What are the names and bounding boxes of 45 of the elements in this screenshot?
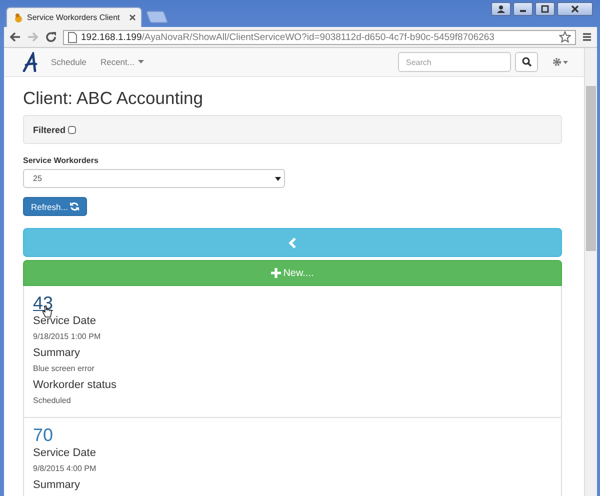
workorder-count-select[interactable]: 25 [23, 169, 285, 188]
field-label: Service Date [33, 314, 97, 329]
star-icon[interactable] [559, 31, 571, 43]
search-field[interactable]: Search [398, 52, 511, 72]
field-value: 9/8/2015 4:00 PM [33, 463, 98, 475]
page-icon [68, 32, 77, 42]
back-arrow-icon[interactable] [9, 31, 21, 43]
caret-icon [275, 176, 281, 180]
caret-icon [138, 60, 144, 64]
favicon-icon [14, 12, 23, 22]
menu-icon[interactable] [582, 32, 592, 42]
page-title: Client: ABC Accounting [23, 88, 204, 109]
refresh-button[interactable]: Refresh... [23, 197, 87, 216]
select-label: Service Workorders [23, 156, 100, 165]
field-label: Summary [33, 346, 82, 361]
nav-link[interactable]: Schedule [51, 57, 86, 67]
address-bar[interactable]: 192.168.1.199/AyaNovaR/ShowAll/ClientServiceWO?id=9038112d-d650-4c7f-b90c-5459f8706263 [63, 30, 576, 44]
filter-checkbox[interactable] [68, 126, 76, 134]
chevron-left-icon [288, 236, 297, 248]
url-text: 192.168.1.199/AyaNovaR/ShowAll/ClientServiceWO?id=9038112d-d650-4c7f-b90c-5459f8706263 [81, 32, 496, 42]
close-icon[interactable] [557, 2, 593, 16]
field-value: Scheduled [33, 395, 72, 407]
close-tab-icon[interactable] [129, 14, 136, 21]
settings-icon[interactable] [552, 57, 570, 67]
search-button[interactable] [515, 52, 538, 72]
field-label: Summary [33, 478, 82, 493]
plus-icon [271, 268, 282, 278]
minimize-icon[interactable] [513, 2, 533, 16]
filter-label: Filtered [33, 124, 66, 134]
search-icon [522, 57, 532, 67]
dropdown-link[interactable]: Recent... [100, 57, 144, 67]
refresh-icon [70, 202, 79, 211]
user-icon[interactable] [491, 2, 511, 16]
new-button[interactable]: New.... [23, 260, 562, 286]
field-value: 9/18/2015 1:00 PM [33, 331, 102, 343]
field-label: Workorder status [33, 378, 118, 393]
workorder-link[interactable]: 70 [33, 425, 54, 445]
logo-icon[interactable] [22, 52, 38, 72]
maximize-icon[interactable] [535, 2, 555, 16]
field-label: Service Date [33, 446, 97, 461]
workorder-link[interactable]: 43 [33, 293, 54, 313]
browser-tab[interactable]: Service Workorders Client [6, 7, 142, 27]
reload-icon[interactable] [45, 31, 57, 43]
scrollbar[interactable] [584, 48, 597, 496]
field-value: Blue screen error [33, 363, 96, 375]
